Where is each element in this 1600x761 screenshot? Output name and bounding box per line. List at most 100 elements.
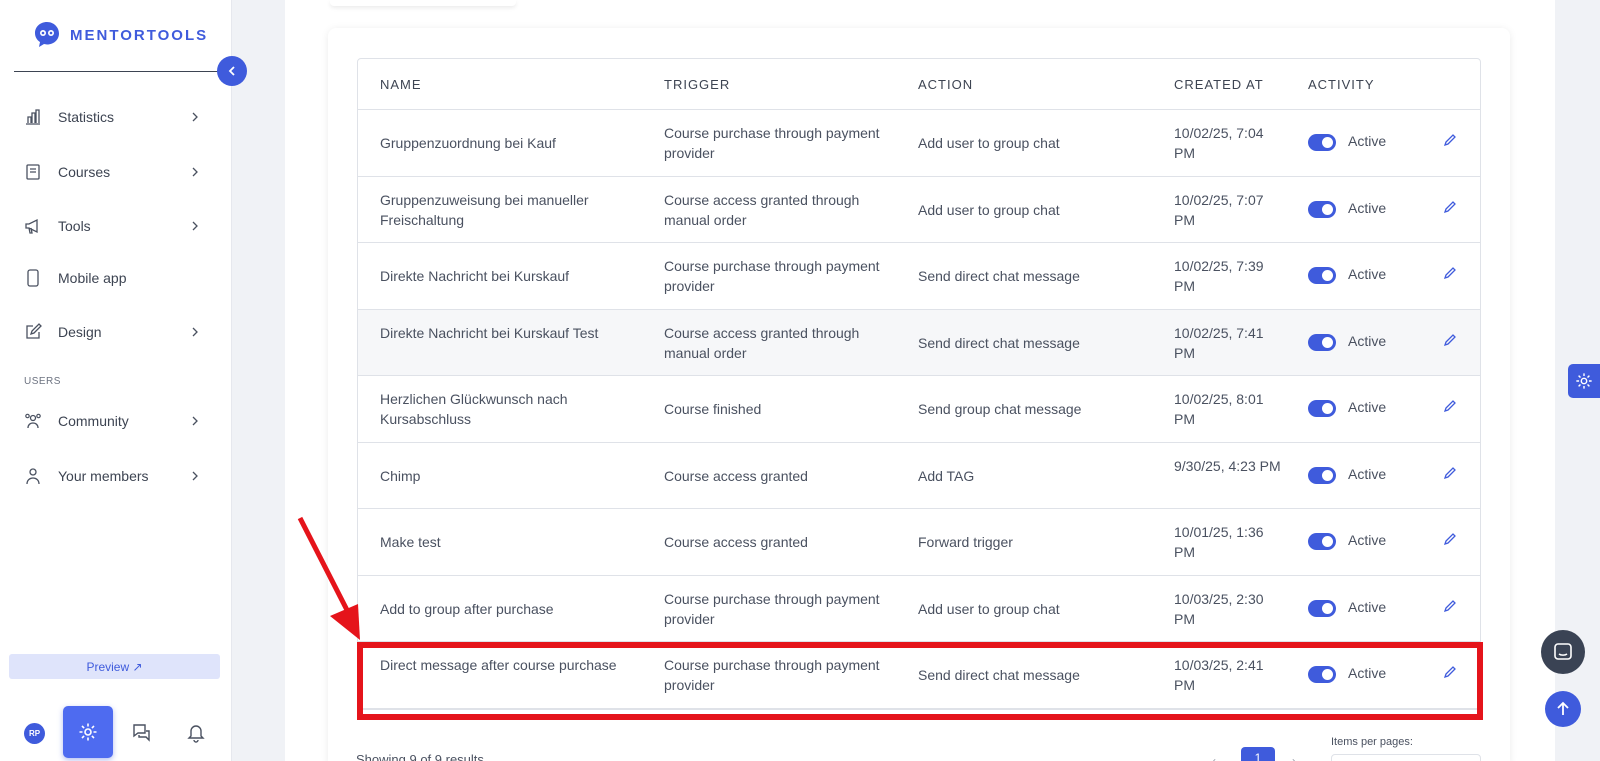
- pagination-page-1[interactable]: 1: [1241, 747, 1275, 761]
- column-header-trigger[interactable]: TRIGGER: [664, 77, 730, 92]
- table-row[interactable]: Direkte Nachricht bei Kurskauf Course pur…: [358, 243, 1480, 310]
- cell-action: Send group chat message: [918, 401, 1082, 417]
- pencil-square-icon: [26, 323, 42, 339]
- brand-name: MENTORTOOLS: [70, 26, 209, 44]
- edit-pencil-icon[interactable]: [1442, 265, 1458, 281]
- edit-pencil-icon[interactable]: [1442, 199, 1458, 215]
- cell-action: Forward trigger: [918, 534, 1013, 550]
- column-header-action[interactable]: ACTION: [918, 77, 973, 92]
- cell-name: Herzlichen Glückwunsch nach Kursabschlus…: [380, 391, 568, 427]
- support-chat-button[interactable]: [1541, 630, 1585, 674]
- sidebar-item-your-members[interactable]: Your members: [0, 456, 232, 496]
- sidebar-item-label: Statistics: [58, 109, 115, 125]
- items-per-page-label: Items per pages:: [1331, 736, 1413, 748]
- sidebar: MENTORTOOLS Statistics Courses Tools Mob…: [0, 0, 232, 761]
- cell-name: Gruppenzuordnung bei Kauf: [380, 135, 556, 151]
- automations-table: NAME TRIGGER ACTION CREATED AT ACTIVITY …: [357, 58, 1481, 710]
- cell-action: Add user to group chat: [918, 201, 1060, 218]
- chevron-left-icon: [228, 66, 235, 76]
- divider: [14, 71, 218, 72]
- cell-name: Make test: [380, 534, 441, 550]
- column-header-activity[interactable]: ACTIVITY: [1308, 77, 1375, 92]
- table-row[interactable]: Chimp Course access granted Add TAG 9/30/25…: [358, 443, 1480, 509]
- gear-icon: [1576, 373, 1592, 389]
- sidebar-bottom-bar: RP: [0, 700, 232, 761]
- table-row[interactable]: Gruppenzuweisung bei manueller Freischal…: [358, 177, 1480, 243]
- cell-trigger: Course finished: [664, 401, 762, 417]
- edit-pencil-icon[interactable]: [1442, 531, 1458, 547]
- cell-created-at: 10/02/25, 7:41 PM: [1174, 324, 1264, 361]
- activity-toggle[interactable]: [1308, 134, 1336, 151]
- annotation-arrow: [297, 516, 360, 640]
- cell-created-at: 10/02/25, 7:07 PM: [1174, 191, 1264, 228]
- cell-trigger: Course access granted through manual ord…: [664, 191, 860, 228]
- pagination-prev[interactable]: ‹: [1212, 754, 1216, 761]
- gear-icon: [79, 723, 97, 741]
- arrow-up-icon: [1557, 701, 1569, 715]
- bell-icon[interactable]: [185, 721, 207, 743]
- edit-pencil-icon[interactable]: [1442, 132, 1458, 148]
- sidebar-item-design[interactable]: Design: [0, 312, 232, 352]
- cell-name: Chimp: [380, 467, 421, 484]
- sidebar-item-courses[interactable]: Courses: [0, 152, 232, 192]
- edit-pencil-icon[interactable]: [1442, 332, 1458, 348]
- sidebar-item-statistics[interactable]: Statistics: [0, 97, 232, 137]
- cell-created-at: 10/02/25, 7:39 PM: [1174, 258, 1264, 294]
- preview-button[interactable]: Preview ↗: [9, 654, 220, 679]
- cell-action: Send direct chat message: [918, 334, 1080, 351]
- table-header: NAME TRIGGER ACTION CREATED AT ACTIVITY: [358, 59, 1480, 110]
- cell-trigger: Course access granted through manual ord…: [664, 324, 860, 361]
- activity-toggle[interactable]: [1308, 267, 1336, 284]
- edit-pencil-icon[interactable]: [1442, 598, 1458, 614]
- results-count: Showing 9 of 9 results: [356, 752, 484, 761]
- avatar[interactable]: RP: [24, 723, 45, 744]
- activity-status: Active: [1348, 399, 1387, 415]
- sidebar-item-mobile-app[interactable]: Mobile app: [0, 258, 232, 298]
- activity-toggle[interactable]: [1308, 599, 1336, 617]
- table-row[interactable]: Gruppenzuordnung bei Kauf Course purchase…: [358, 110, 1480, 177]
- activity-toggle[interactable]: [1308, 400, 1336, 417]
- column-header-name[interactable]: NAME: [380, 77, 422, 92]
- chevron-right-icon: [192, 416, 198, 426]
- cell-trigger: Course access granted: [664, 467, 808, 484]
- cell-name: Add to group after purchase: [380, 600, 554, 617]
- sidebar-item-label: Tools: [58, 218, 91, 234]
- sidebar-item-tools[interactable]: Tools: [0, 206, 232, 246]
- items-per-page-select[interactable]: [1331, 754, 1481, 761]
- robot-logo-icon: [35, 22, 59, 47]
- sidebar-item-community[interactable]: Community: [0, 401, 232, 441]
- edit-pencil-icon[interactable]: [1442, 465, 1458, 481]
- activity-status: Active: [1348, 199, 1387, 216]
- activity-toggle[interactable]: [1308, 333, 1336, 351]
- chat-bubbles-icon[interactable]: [131, 721, 153, 743]
- brand-logo[interactable]: MENTORTOOLS: [32, 20, 208, 50]
- table-row[interactable]: Add to group after purchase Course purcha…: [358, 576, 1480, 642]
- phone-icon: [27, 269, 39, 287]
- edit-pencil-icon[interactable]: [1442, 398, 1458, 414]
- sidebar-item-label: Design: [58, 324, 102, 340]
- cell-created-at: 10/02/25, 8:01 PM: [1174, 391, 1264, 427]
- activity-toggle[interactable]: [1308, 466, 1336, 484]
- cell-action: Add user to group chat: [918, 135, 1060, 151]
- scroll-to-top-button[interactable]: [1545, 691, 1581, 727]
- table-row[interactable]: Make test Course access granted Forward tr…: [358, 509, 1480, 576]
- activity-toggle[interactable]: [1308, 533, 1336, 550]
- chevron-right-icon: [192, 471, 198, 481]
- sidebar-item-label: Mobile app: [58, 270, 127, 286]
- activity-status: Active: [1348, 266, 1387, 282]
- cell-trigger: Course purchase through payment provider: [664, 258, 880, 294]
- book-icon: [26, 164, 40, 180]
- floating-settings-button[interactable]: [1568, 364, 1600, 398]
- pagination-next[interactable]: ›: [1292, 754, 1296, 761]
- activity-status: Active: [1348, 332, 1387, 349]
- table-row[interactable]: Direkte Nachricht bei Kurskauf Test Cours…: [358, 309, 1480, 376]
- activity-toggle[interactable]: [1308, 200, 1336, 218]
- activity-status: Active: [1348, 532, 1387, 548]
- settings-button[interactable]: [63, 706, 113, 758]
- column-header-created-at[interactable]: CREATED AT: [1174, 77, 1264, 92]
- sidebar-collapse-button[interactable]: [217, 56, 247, 86]
- sidebar-item-label: Your members: [58, 468, 149, 484]
- bar-chart-icon: [26, 109, 40, 125]
- highlight-box: [357, 642, 1483, 720]
- table-row[interactable]: Herzlichen Glückwunsch nach Kursabschlus…: [358, 376, 1480, 443]
